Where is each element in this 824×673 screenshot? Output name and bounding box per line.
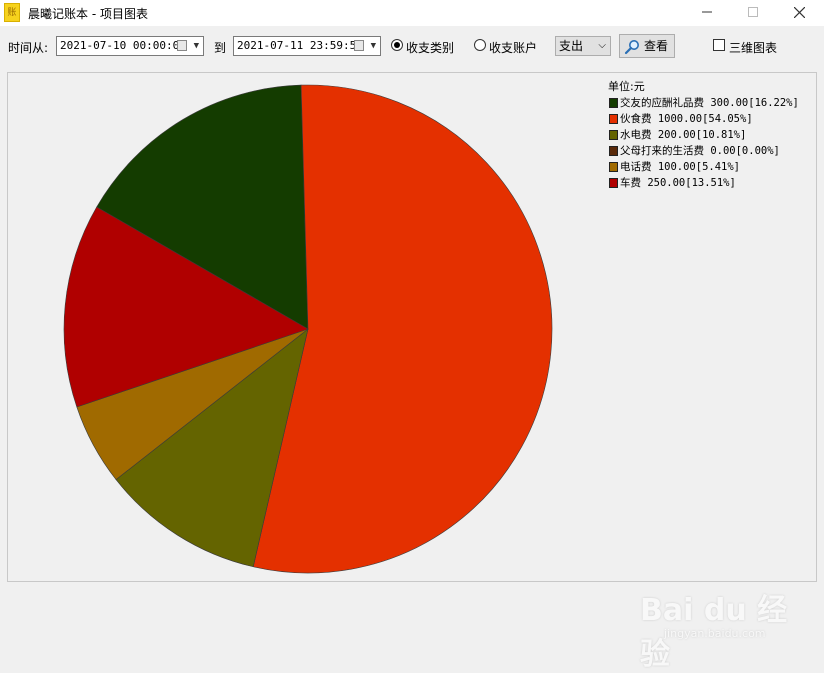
- chevron-down-icon: ▼: [193, 41, 199, 51]
- minimize-icon: [702, 11, 712, 13]
- close-icon: [793, 6, 805, 19]
- three-d-checkbox[interactable]: [713, 39, 725, 51]
- chevron-down-icon: ▼: [370, 41, 376, 51]
- legend-swatch: [609, 98, 618, 108]
- minimize-button[interactable]: [684, 0, 730, 26]
- window-title: 晨曦记账本 - 项目图表: [28, 7, 148, 21]
- legend-swatch: [609, 130, 618, 140]
- filter-toolbar: 时间从: 2021-07-10 00:00:00 ▼ 到 2021-07-11 …: [0, 28, 824, 64]
- legend-swatch: [609, 178, 618, 188]
- chart-area: 单位:元 交友的应酬礼品费 300.00[16.22%] 伙食费 1000.00[…: [7, 72, 817, 672]
- end-datetime-picker[interactable]: 2021-07-11 23:59:59 ▼: [233, 36, 381, 56]
- legend-label: 父母打来的生活费 0.00[0.00%]: [620, 145, 780, 157]
- radio-by-account[interactable]: [474, 39, 486, 51]
- view-button[interactable]: 查看: [619, 34, 675, 58]
- chart-legend: 单位:元 交友的应酬礼品费 300.00[16.22%] 伙食费 1000.00[…: [608, 79, 799, 191]
- chevron-down-icon: ⌵: [598, 40, 606, 51]
- legend-label: 车费 250.00[13.51%]: [620, 177, 736, 189]
- legend-item: 水电费 200.00[10.81%]: [608, 127, 799, 143]
- legend-label: 水电费 200.00[10.81%]: [620, 129, 747, 141]
- legend-label: 交友的应酬礼品费 300.00[16.22%]: [620, 97, 799, 109]
- legend-item: 电话费 100.00[5.41%]: [608, 159, 799, 175]
- legend-label: 伙食费 1000.00[54.05%]: [620, 113, 753, 125]
- radio-by-account-label[interactable]: 收支账户: [489, 39, 537, 56]
- three-d-label[interactable]: 三维图表: [729, 39, 777, 56]
- income-expense-select-value: 支出: [559, 39, 584, 53]
- start-datetime-picker[interactable]: 2021-07-10 00:00:00 ▼: [56, 36, 204, 56]
- legend-label: 电话费 100.00[5.41%]: [620, 161, 741, 173]
- ledger-app-icon: 账: [4, 3, 20, 22]
- to-label: 到: [214, 41, 227, 55]
- start-datetime-value: 2021-07-10 00:00:00: [60, 39, 186, 52]
- maximize-icon: [748, 7, 758, 17]
- legend-item: 伙食费 1000.00[54.05%]: [608, 111, 799, 127]
- close-button[interactable]: [776, 0, 822, 26]
- legend-swatch: [609, 146, 618, 156]
- calendar-icon: [177, 40, 187, 51]
- title-bar: 账 晨曦记账本 - 项目图表: [0, 0, 824, 26]
- radio-by-category-label[interactable]: 收支类别: [406, 39, 454, 56]
- legend-item: 交友的应酬礼品费 300.00[16.22%]: [608, 95, 799, 111]
- watermark-url: jingyan.baidu.com: [664, 627, 766, 640]
- legend-item: 父母打来的生活费 0.00[0.00%]: [608, 143, 799, 159]
- magnifier-icon: [624, 40, 639, 55]
- time-from-label: 时间从:: [8, 41, 49, 55]
- view-button-label: 查看: [644, 39, 669, 53]
- end-datetime-value: 2021-07-11 23:59:59: [237, 39, 363, 52]
- income-expense-select[interactable]: 支出 ⌵: [555, 36, 611, 56]
- radio-by-category[interactable]: [391, 39, 403, 51]
- legend-swatch: [609, 162, 618, 172]
- baidu-watermark: Bai du 经验 jingyan.baidu.com: [640, 585, 810, 672]
- legend-swatch: [609, 114, 618, 124]
- legend-item: 车费 250.00[13.51%]: [608, 175, 799, 191]
- maximize-button: [730, 0, 776, 26]
- calendar-icon: [354, 40, 364, 51]
- unit-label: 单位:元: [608, 80, 645, 93]
